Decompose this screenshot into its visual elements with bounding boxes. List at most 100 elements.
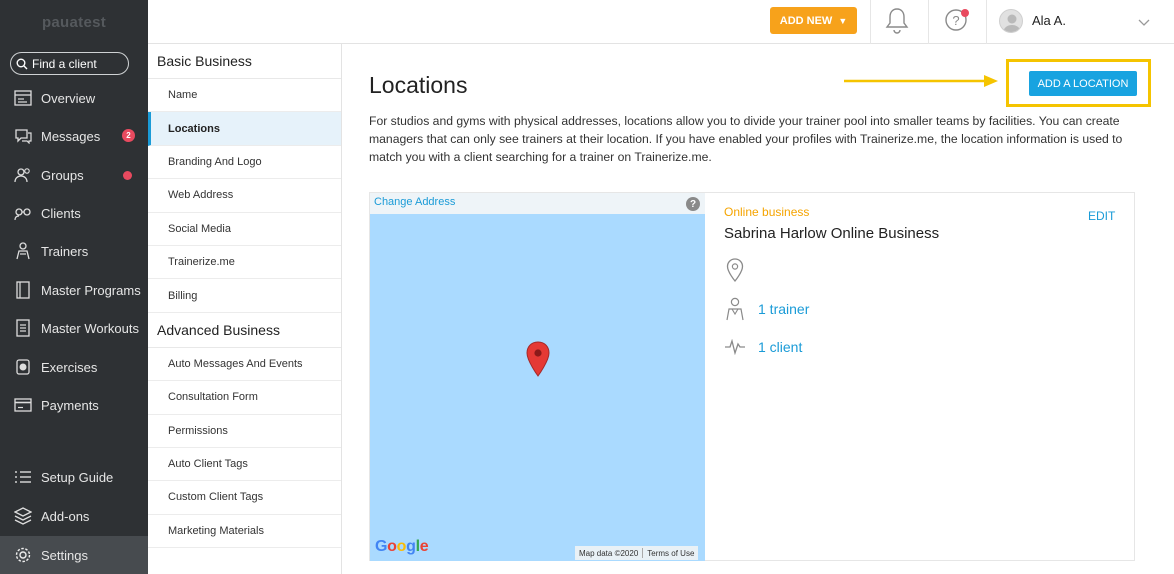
nav-master-workouts-label: Master Workouts: [41, 320, 140, 336]
nav-messages-label: Messages: [41, 128, 101, 144]
workouts-icon: [13, 318, 33, 338]
divider: [986, 0, 987, 44]
map-pin-icon: [526, 341, 550, 377]
menu-item-branding[interactable]: Branding And Logo: [148, 146, 341, 180]
activity-pulse-icon: [725, 339, 745, 355]
search-icon: [16, 58, 28, 69]
nav-exercises-label: Exercises: [41, 359, 98, 375]
overview-icon: [13, 88, 33, 108]
location-map[interactable]: Change Address ? Google Map data ©2020 T…: [370, 193, 705, 561]
page-description: For studios and gyms with physical addre…: [369, 114, 1123, 164]
groups-icon: [13, 165, 33, 185]
gear-icon: [13, 545, 33, 565]
google-letter: e: [419, 538, 429, 555]
groups-notification-dot: [123, 171, 132, 180]
nav-settings-label: Settings: [41, 547, 88, 563]
avatar[interactable]: [999, 9, 1023, 33]
map-attribution: Map data ©2020 Terms of Use: [575, 546, 699, 560]
menu-item-social-media[interactable]: Social Media: [148, 213, 341, 246]
nav-addons-label: Add-ons: [41, 508, 90, 524]
menu-item-locations[interactable]: Locations: [148, 112, 341, 146]
change-address-link[interactable]: Change Address: [374, 196, 455, 208]
add-new-label: ADD NEW: [779, 14, 833, 27]
nav-overview[interactable]: Overview: [0, 79, 148, 117]
nav-trainers-label: Trainers: [41, 243, 89, 259]
terms-of-use-link[interactable]: Terms of Use: [643, 549, 698, 558]
programs-icon: [13, 280, 33, 300]
menu-item-permissions[interactable]: Permissions: [148, 415, 341, 448]
chevron-down-icon[interactable]: [1138, 14, 1150, 32]
notifications-bell-icon[interactable]: [885, 7, 909, 40]
svg-text:?: ?: [952, 13, 959, 28]
nav-overview-label: Overview: [41, 90, 96, 106]
brand-name: pauatest: [41, 14, 107, 31]
trainer-icon: [726, 297, 744, 321]
nav-settings[interactable]: Settings: [0, 536, 148, 574]
menu-item-marketing-materials[interactable]: Marketing Materials: [148, 515, 341, 549]
location-pin-icon: [726, 258, 744, 282]
location-card: Change Address ? Google Map data ©2020 T…: [369, 192, 1135, 561]
nav-exercises[interactable]: Exercises: [0, 348, 148, 386]
client-count-link[interactable]: 1 client: [758, 339, 802, 355]
help-notification-dot: [961, 9, 969, 17]
nav-groups[interactable]: Groups: [0, 156, 148, 194]
add-location-button[interactable]: ADD A LOCATION: [1029, 71, 1137, 96]
arrow-right-icon: [844, 75, 998, 87]
user-name[interactable]: Ala A.: [1032, 13, 1066, 28]
find-client-search[interactable]: Find a client: [10, 52, 129, 75]
messages-icon: [13, 126, 33, 146]
add-new-button[interactable]: ADD NEW ▼: [770, 7, 857, 34]
settings-menu: Basic Business Name Locations Branding A…: [148, 44, 342, 574]
menu-item-web-address[interactable]: Web Address: [148, 179, 341, 213]
main-content: Locations ADD A LOCATION For studios and…: [342, 44, 1174, 574]
nav-groups-label: Groups: [41, 167, 84, 183]
menu-item-billing[interactable]: Billing: [148, 279, 341, 313]
nav-clients[interactable]: Clients: [0, 194, 148, 232]
page-title: Locations: [369, 72, 468, 98]
google-letter: o: [396, 538, 407, 555]
menu-item-trainerize-me[interactable]: Trainerize.me: [148, 246, 341, 280]
section-advanced-business: Advanced Business: [148, 313, 341, 348]
menu-item-auto-messages[interactable]: Auto Messages And Events: [148, 348, 341, 382]
nav-messages[interactable]: Messages 2: [0, 117, 148, 155]
messages-count-badge: 2: [122, 129, 135, 142]
edit-location-link[interactable]: EDIT: [1088, 209, 1115, 223]
google-letter: G: [375, 538, 388, 555]
nav-clients-label: Clients: [41, 205, 81, 221]
trainer-count-row[interactable]: 1 trainer: [724, 297, 809, 321]
add-location-highlight: ADD A LOCATION: [1006, 59, 1151, 107]
map-toolbar: Change Address ?: [370, 193, 705, 214]
map-data-label: Map data ©2020: [579, 548, 639, 558]
trainer-count-link[interactable]: 1 trainer: [758, 301, 809, 317]
nav-addons[interactable]: Add-ons: [0, 497, 148, 535]
find-client-label: Find a client: [32, 56, 97, 71]
google-letter: g: [406, 538, 416, 555]
menu-item-consultation-form[interactable]: Consultation Form: [148, 381, 341, 415]
sidebar: pauatest Find a client Overview Messages…: [0, 0, 148, 574]
google-letter: o: [387, 538, 397, 555]
section-basic-business: Basic Business: [148, 44, 341, 79]
clients-icon: [13, 203, 33, 223]
nav-master-programs-label: Master Programs: [41, 282, 141, 298]
menu-item-custom-client-tags[interactable]: Custom Client Tags: [148, 481, 341, 515]
map-help-icon[interactable]: ?: [686, 197, 700, 211]
menu-item-auto-client-tags[interactable]: Auto Client Tags: [148, 448, 341, 482]
nav-master-workouts[interactable]: Master Workouts: [0, 309, 148, 347]
nav-trainers[interactable]: Trainers: [0, 232, 148, 270]
top-bar: ADD NEW ▼ ? Ala A.: [148, 0, 1174, 44]
nav-master-programs[interactable]: Master Programs: [0, 271, 148, 309]
checklist-icon: [13, 467, 33, 487]
nav-payments-label: Payments: [41, 397, 99, 413]
location-details: Online business Sabrina Harlow Online Bu…: [724, 193, 1136, 561]
nav-setup-guide-label: Setup Guide: [41, 469, 114, 485]
trainers-icon: [13, 241, 33, 261]
nav-payments[interactable]: Payments: [0, 386, 148, 424]
nav-setup-guide[interactable]: Setup Guide: [0, 458, 148, 496]
client-count-row[interactable]: 1 client: [724, 339, 802, 355]
menu-item-name[interactable]: Name: [148, 79, 341, 113]
google-logo: Google: [375, 538, 429, 556]
divider: [928, 0, 929, 44]
location-name: Sabrina Harlow Online Business: [724, 225, 940, 242]
caret-down-icon: ▼: [838, 15, 848, 26]
exercises-icon: [13, 357, 33, 377]
